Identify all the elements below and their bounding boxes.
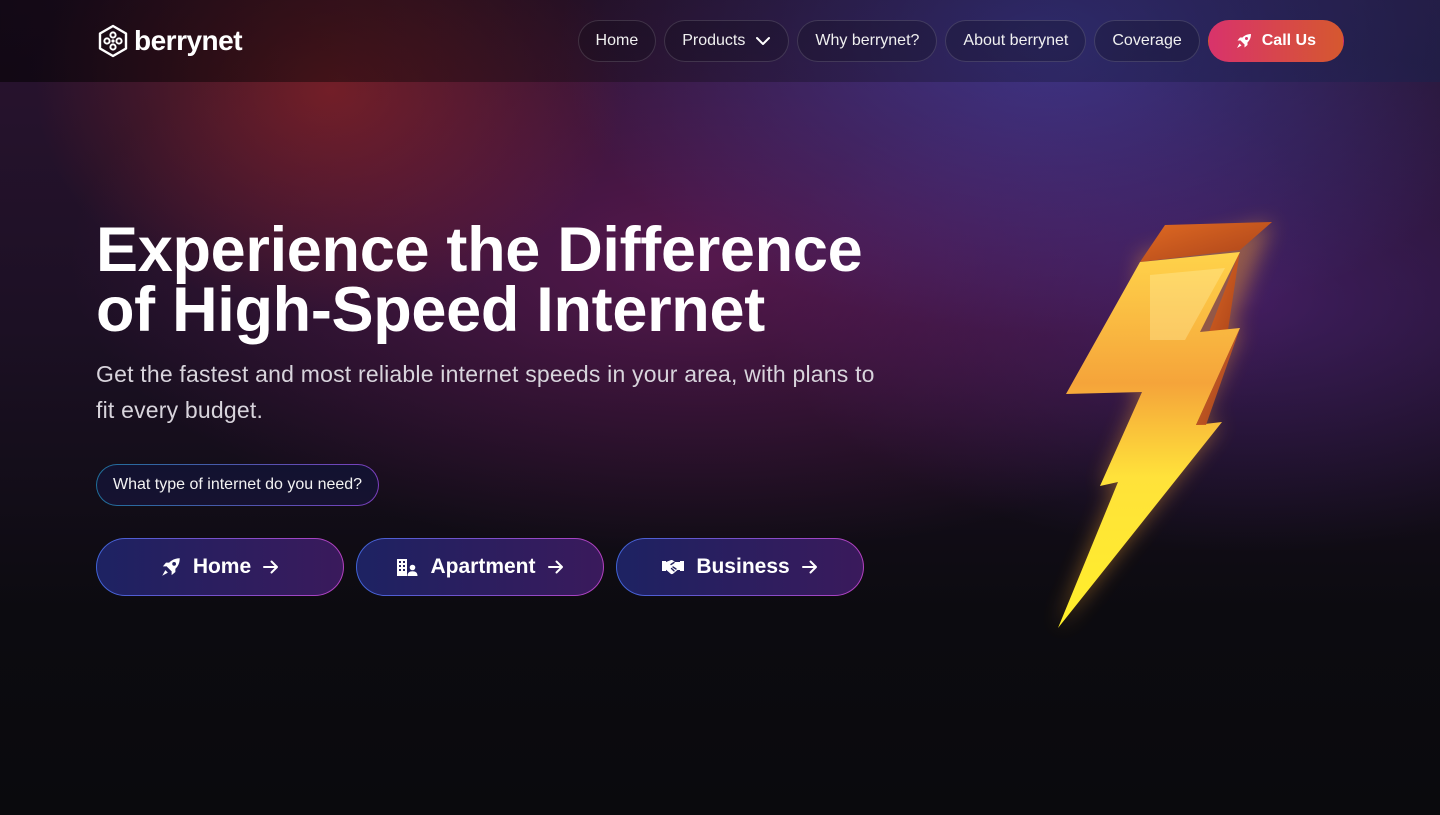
hero-title: Experience the Difference of High-Speed … — [96, 215, 896, 345]
question-label: What type of internet do you need? — [113, 476, 363, 493]
handshake-icon — [662, 559, 685, 575]
nav-item-label: About berrynet — [963, 32, 1069, 49]
choice-label: Business — [696, 555, 790, 578]
arrow-right-icon — [801, 560, 817, 574]
nav-item-coverage[interactable]: Coverage — [1094, 20, 1200, 62]
call-us-button[interactable]: Call Us — [1207, 20, 1344, 62]
choice-label: Apartment — [430, 555, 536, 578]
nav-item-about-berrynet[interactable]: About berrynet — [945, 20, 1087, 62]
choice-label: Home — [192, 555, 252, 578]
arrow-right-icon — [547, 560, 563, 574]
apartment-choice-button[interactable]: Apartment — [356, 538, 604, 596]
arrow-right-icon — [263, 560, 279, 574]
rocket-icon — [162, 558, 180, 576]
internet-type-question-badge: What type of internet do you need? — [96, 464, 379, 506]
top-navbar: berrynet Home Products Why berrynet? Abo… — [0, 0, 1440, 82]
nav-item-home[interactable]: Home — [577, 20, 657, 62]
hero-title-line-2: of High-Speed Internet — [96, 275, 765, 345]
home-choice-button[interactable]: Home — [96, 538, 344, 596]
internet-type-choices: Home Apartment Business — [96, 538, 864, 596]
nav-item-products[interactable]: Products — [664, 20, 790, 62]
main-nav: Home Products Why berrynet? About berryn… — [577, 20, 1344, 62]
berry-network-icon — [98, 24, 128, 58]
nav-item-label: Home — [595, 32, 639, 49]
nav-item-why-berrynet[interactable]: Why berrynet? — [797, 20, 938, 62]
nav-item-label: Why berrynet? — [815, 32, 920, 49]
brand-name: berrynet — [134, 25, 243, 56]
nav-item-label: Products — [682, 32, 746, 49]
hero-title-line-1: Experience the Difference — [96, 215, 863, 285]
nav-item-label: Coverage — [1112, 32, 1182, 49]
call-us-label: Call Us — [1261, 32, 1316, 49]
chevron-down-icon — [756, 37, 771, 45]
hero-subtitle: Get the fastest and most reliable intern… — [96, 361, 875, 423]
brand-logo[interactable]: berrynet — [96, 24, 243, 58]
lightning-bolt-icon — [1058, 222, 1272, 628]
rocket-icon — [1236, 34, 1251, 48]
building-icon — [397, 559, 418, 576]
business-choice-button[interactable]: Business — [616, 538, 864, 596]
